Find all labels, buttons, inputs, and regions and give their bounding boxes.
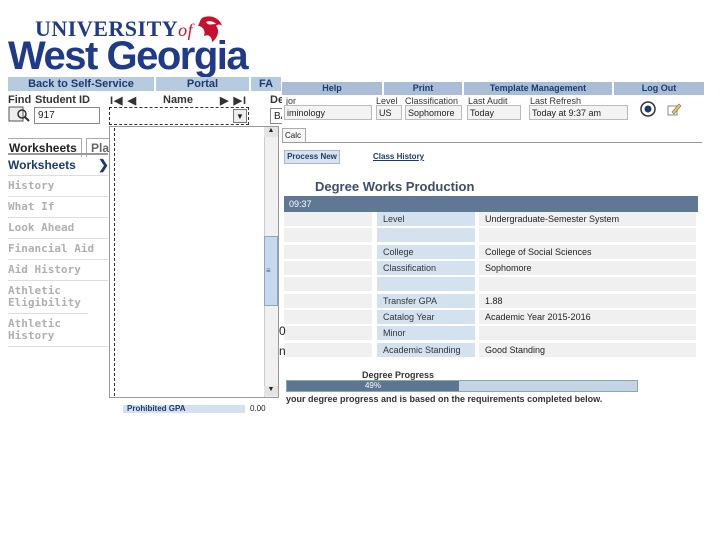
student-name-select[interactable] [109, 107, 249, 125]
last-refresh-value: Today at 9:37 am [529, 105, 628, 120]
refresh-icon[interactable] [640, 101, 656, 117]
nav-worksheets[interactable]: Worksheets ❯ [8, 155, 109, 176]
detail-value: Undergraduate-Semester System [479, 212, 696, 226]
nav-look-ahead[interactable]: Look Ahead [8, 218, 108, 239]
nav-athletic-history[interactable]: Athletic History [8, 314, 108, 347]
student-id-label: Student ID [35, 94, 90, 106]
tab-calc[interactable]: Calc [282, 128, 306, 142]
nav-what-if[interactable]: What If [8, 197, 108, 218]
detail-value: Sophomore [479, 261, 696, 275]
detail-value: 1.88 [479, 294, 696, 308]
nav-athletic-eligibility[interactable]: Athletic Eligibility [8, 281, 88, 314]
top-nav: Back to Self-Service Portal FA [8, 77, 283, 91]
major-value: iminology [284, 105, 372, 120]
left-nav: Worksheets ❯ History What If Look Ahead F… [8, 155, 109, 347]
degree-progress-label: Degree Progress [362, 370, 435, 380]
detail-label: Minor [377, 326, 475, 340]
fa-button[interactable]: FA [251, 77, 283, 91]
detail-label: Level [377, 212, 475, 226]
page-title: Degree Works Production [315, 179, 475, 194]
detail-label: Classification [377, 261, 475, 275]
detail-value: Academic Year 2015-2016 [479, 310, 696, 324]
detail-label: Catalog Year [377, 310, 475, 324]
level-value: US [376, 105, 402, 120]
detail-value [479, 228, 696, 242]
log-out-button[interactable]: Log Out [614, 82, 704, 95]
calc-tab-divider [282, 142, 702, 143]
report-timestamp: 09:37 [289, 199, 312, 209]
name-label: Name [163, 94, 193, 106]
detail-label: Academic Standing [377, 343, 475, 357]
grip-icon: ≡ [266, 266, 271, 275]
degree-progress-note: your degree progress and is based on the… [286, 394, 603, 404]
red-wolf-icon [198, 16, 222, 42]
student-dropdown-list[interactable] [109, 126, 279, 398]
process-new-button[interactable]: Process New [284, 150, 340, 164]
detail-value: College of Social Sciences [479, 245, 696, 259]
detail-label: College [377, 245, 475, 259]
portal-button[interactable]: Portal [156, 77, 251, 91]
cut-off-text: 0 [279, 324, 286, 338]
cut-off-text: n [279, 344, 286, 358]
first-prev-icon[interactable]: I◀ ◀ [110, 94, 137, 107]
nav-aid-history[interactable]: Aid History [8, 260, 108, 281]
find-label: Find [8, 94, 32, 106]
classification-value: Sophomore [405, 105, 462, 120]
dropdown-dashed-guide [114, 128, 116, 396]
detail-value [479, 277, 696, 291]
report-header-bar: 09:37 [284, 196, 698, 212]
help-button[interactable]: Help [282, 82, 384, 95]
degree-progress-fill: 49% [287, 381, 459, 391]
cut-gpa-value: 0.00 [250, 405, 266, 413]
detail-label [377, 277, 475, 291]
student-id-input[interactable]: 917 [34, 107, 100, 124]
detail-label: Transfer GPA [377, 294, 475, 308]
edit-icon[interactable] [666, 101, 682, 117]
degreeworks-nav: Help Print Template Management Log Out [282, 82, 704, 95]
nav-history[interactable]: History [8, 176, 108, 197]
find-icon[interactable] [8, 106, 30, 122]
detail-label [377, 228, 475, 242]
next-last-icon[interactable]: ▶ ▶I [220, 94, 247, 107]
last-audit-value: Today [467, 105, 521, 120]
chevron-down-icon[interactable]: ▼ [233, 109, 247, 123]
scroll-down-icon[interactable]: ▼ [264, 386, 278, 396]
print-button[interactable]: Print [384, 82, 464, 95]
detail-value: Good Standing [479, 343, 696, 357]
nav-financial-aid[interactable]: Financial Aid [8, 239, 108, 260]
template-management-button[interactable]: Template Management [464, 82, 614, 95]
detail-value [479, 326, 696, 340]
scroll-up-icon[interactable]: ▲ [264, 127, 278, 137]
back-to-self-service-button[interactable]: Back to Self-Service [8, 77, 156, 91]
chevron-right-icon: ❯ [98, 157, 109, 172]
class-history-link[interactable]: Class History [373, 152, 424, 161]
cut-gpa-label: Prohibited GPA [123, 405, 245, 413]
